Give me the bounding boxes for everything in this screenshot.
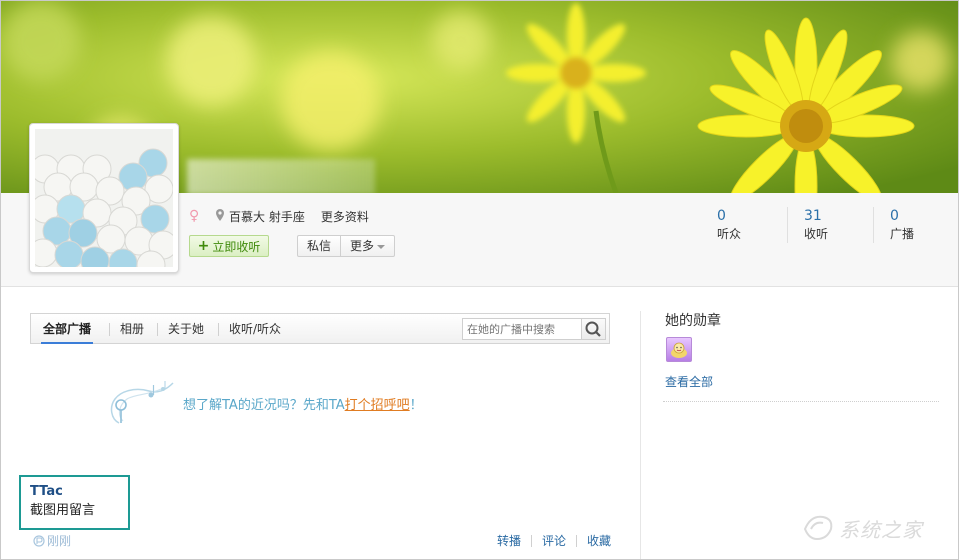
site-watermark: 系统之家 — [801, 513, 923, 543]
caret-down-icon — [377, 244, 386, 249]
action-divider — [576, 534, 578, 547]
medals-title: 她的勋章 — [665, 313, 721, 329]
more-dropdown-button[interactable]: 更多 — [340, 236, 394, 256]
medal-icon[interactable] — [666, 337, 692, 362]
female-icon: ♀ — [189, 208, 200, 224]
column-divider — [640, 311, 641, 559]
stat-following[interactable]: 31 收听 — [787, 207, 873, 243]
location-text: 百慕大 射手座 — [229, 209, 305, 224]
sidebar-divider — [663, 401, 939, 402]
tab-divider — [109, 323, 110, 336]
stat-number: 31 — [804, 208, 822, 224]
timestamp-text[interactable]: 刚刚 — [47, 532, 71, 549]
message-actions: 转播 评论 收藏 — [497, 532, 611, 549]
search-input[interactable] — [462, 318, 582, 340]
watermark-text: 系统之家 — [839, 517, 923, 542]
avatar-image — [35, 129, 173, 267]
message-content: 截图用留言 — [30, 503, 96, 518]
stat-broadcasts[interactable]: 0 广播 — [873, 207, 958, 243]
tab-divider — [157, 323, 158, 336]
stat-label: 听众 — [717, 227, 742, 241]
plus-icon: + — [197, 238, 210, 254]
stat-number: 0 — [717, 208, 726, 224]
message-highlight-box: TTac 截图用留言 — [19, 475, 130, 530]
stat-label: 广播 — [890, 227, 915, 241]
profile-meta: ♀ 百慕大 射手座 更多资料 — [189, 207, 369, 225]
location-icon — [215, 208, 225, 224]
favorite-button[interactable]: 收藏 — [587, 532, 611, 549]
message-username[interactable]: TTac — [30, 483, 119, 501]
profile-stats: 0 听众 31 收听 0 广播 — [701, 207, 958, 243]
tab-divider — [218, 323, 219, 336]
follow-button-label: 立即收听 — [212, 239, 261, 254]
blurred-nickname — [187, 159, 375, 195]
view-all-medals-link[interactable]: 查看全部 — [665, 373, 713, 390]
content-tabs: 全部广播 相册 关于她 收听/听众 — [30, 313, 610, 344]
avatar[interactable] — [29, 123, 179, 273]
tab-all-broadcasts[interactable]: 全部广播 — [41, 314, 94, 344]
action-button-group: 私信 更多 — [297, 235, 396, 257]
more-button-label: 更多 — [350, 239, 375, 253]
empty-text-before: 想了解TA的近况吗？先和TA — [183, 397, 345, 413]
say-hello-link[interactable]: 打个招呼吧 — [345, 398, 410, 413]
tab-follow-listeners[interactable]: 收听/听众 — [229, 314, 281, 344]
message-timestamp: 刚刚 — [33, 532, 71, 549]
watermark-logo-icon — [803, 515, 833, 541]
search-button[interactable] — [582, 318, 606, 340]
action-divider — [531, 534, 533, 547]
empty-text-after: ！ — [409, 397, 423, 413]
repost-icon — [33, 534, 45, 547]
follow-button[interactable]: + 立即收听 — [189, 235, 269, 257]
stat-number: 0 — [890, 208, 899, 224]
tab-album[interactable]: 相册 — [120, 314, 144, 344]
stat-label: 收听 — [804, 227, 829, 241]
tab-about[interactable]: 关于她 — [168, 314, 204, 344]
comment-button[interactable]: 评论 — [542, 532, 566, 549]
profile-page: ♀ 百慕大 射手座 更多资料 + 立即收听 私信 更多 0 听众 31 收听 0… — [0, 0, 959, 560]
repost-button[interactable]: 转播 — [497, 532, 521, 549]
private-message-button[interactable]: 私信 — [298, 236, 340, 256]
empty-state: 想了解TA的近况吗？先和TA打个招呼吧！ — [105, 379, 423, 427]
search-icon — [585, 321, 601, 337]
stat-listeners[interactable]: 0 听众 — [701, 207, 787, 243]
music-note-icon — [110, 381, 174, 424]
more-info-link[interactable]: 更多资料 — [321, 208, 369, 225]
empty-state-text: 想了解TA的近况吗？先和TA打个招呼吧！ — [183, 394, 423, 413]
